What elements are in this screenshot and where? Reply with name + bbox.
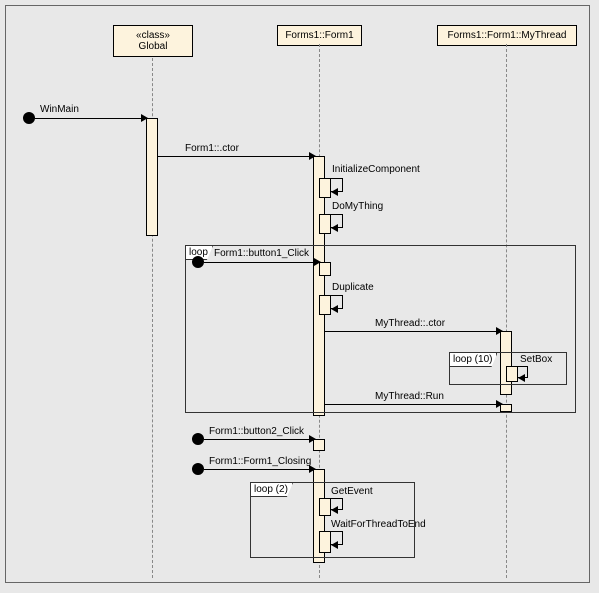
found-message-origin [23, 112, 35, 124]
arrow-head-icon [331, 506, 338, 514]
message-label: Form1::button2_Click [209, 426, 304, 437]
activation-self [319, 178, 331, 198]
fragment-operator: loop (2) [254, 484, 288, 495]
fragment-operator: loop (10) [453, 354, 492, 365]
message-arrow [204, 439, 312, 440]
activation-self [319, 262, 331, 276]
activation-global [146, 118, 158, 236]
activation-self [319, 531, 331, 553]
message-label: Form1::.ctor [185, 143, 239, 154]
found-message-origin [192, 256, 204, 268]
combined-fragment-loop: loop [185, 245, 576, 413]
message-label: DoMyThing [332, 201, 383, 212]
arrow-head-icon [331, 188, 338, 196]
found-message-origin [192, 463, 204, 475]
message-label: SetBox [520, 354, 552, 365]
lifeline-head-mythread: Forms1::Form1::MyThread [437, 25, 577, 46]
message-label: WaitForThreadToEnd [331, 519, 426, 530]
message-label: GetEvent [331, 486, 373, 497]
activation-self [319, 295, 331, 315]
arrow-head-icon [331, 224, 338, 232]
message-arrow [158, 156, 312, 157]
message-arrow [325, 404, 499, 405]
message-label: MyThread::.ctor [375, 318, 445, 329]
message-label: WinMain [40, 104, 79, 115]
message-label: InitializeComponent [332, 164, 420, 175]
arrow-head-icon [518, 374, 525, 382]
message-label: Duplicate [332, 282, 374, 293]
arrow-head-icon [331, 305, 338, 313]
arrow-head-icon [331, 541, 338, 549]
message-label: Form1::button1_Click [214, 248, 309, 259]
lifeline-name: Forms1::Form1 [285, 30, 353, 41]
lifeline-name: Global [139, 41, 168, 52]
message-arrow [35, 118, 144, 119]
found-message-origin [192, 433, 204, 445]
frame-corner [5, 5, 11, 11]
lifeline-name: Forms1::Form1::MyThread [448, 30, 567, 41]
activation-self [313, 439, 325, 451]
lifeline-head-form1: Forms1::Form1 [277, 25, 362, 46]
stereotype-label: «class» [120, 30, 186, 41]
message-arrow [325, 331, 499, 332]
activation-self [500, 404, 512, 412]
activation-self [319, 498, 331, 516]
lifeline-head-global: «class» Global [113, 25, 193, 57]
message-arrow [204, 262, 317, 263]
message-arrow [204, 469, 312, 470]
message-label: MyThread::Run [375, 391, 444, 402]
message-label: Form1::Form1_Closing [209, 456, 311, 467]
activation-self [319, 214, 331, 234]
activation-self [506, 366, 518, 382]
